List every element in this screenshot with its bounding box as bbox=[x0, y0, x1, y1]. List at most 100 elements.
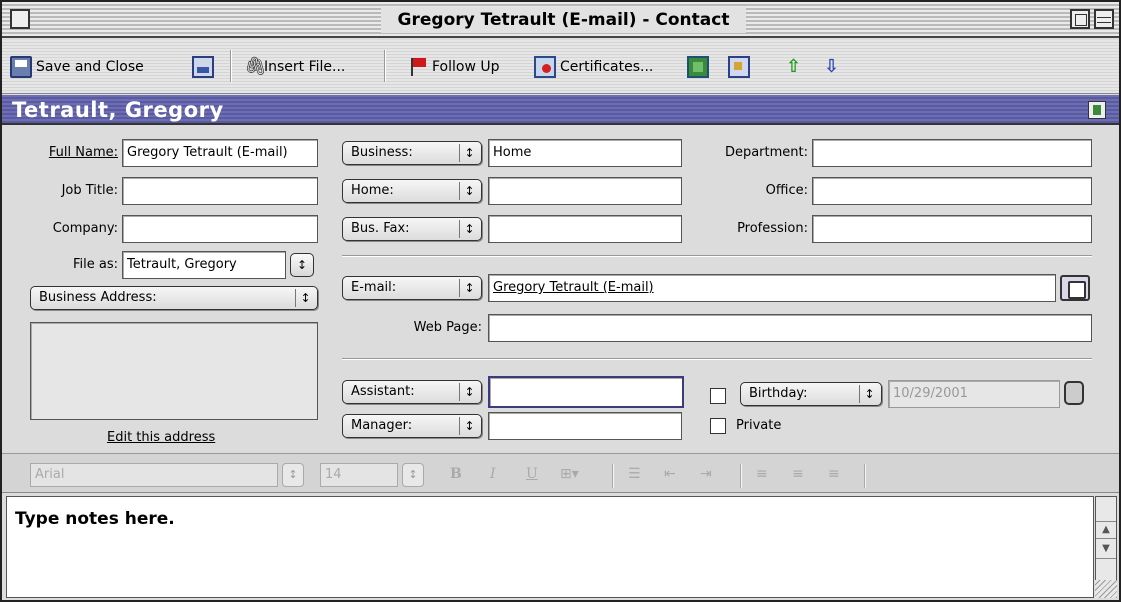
assistant-type-popup[interactable]: Assistant: ↕ bbox=[342, 380, 482, 404]
private-checkbox[interactable] bbox=[710, 418, 726, 434]
map-button[interactable] bbox=[687, 54, 709, 80]
popup-arrows-icon: ↕ bbox=[459, 417, 479, 435]
align-right-icon[interactable]: ≡ bbox=[828, 462, 840, 486]
bullet-list-icon[interactable]: ☰ bbox=[628, 462, 641, 486]
toolbar: Save and Close 🖇 Insert File... Follow U… bbox=[2, 40, 1119, 94]
web-page-field[interactable] bbox=[488, 314, 1092, 342]
office-label: Office: bbox=[765, 183, 808, 198]
profession-label: Profession: bbox=[737, 221, 808, 236]
phone-type-label: Business: bbox=[351, 145, 413, 160]
notes-placeholder: Type notes here. bbox=[15, 509, 175, 529]
popup-arrows-icon: ↕ bbox=[459, 144, 479, 162]
underline-button[interactable]: U bbox=[526, 462, 538, 486]
address-type-popup[interactable]: Business Address: ↕ bbox=[30, 286, 318, 310]
follow-up-label: Follow Up bbox=[432, 59, 500, 75]
manager-field[interactable] bbox=[488, 412, 682, 440]
manager-type-popup[interactable]: Manager: ↕ bbox=[342, 414, 482, 438]
save-and-close-button[interactable]: Save and Close bbox=[10, 54, 144, 80]
email-field[interactable]: Gregory Tetrault (E-mail) bbox=[488, 274, 1056, 302]
file-as-field[interactable]: Tetrault, Gregory bbox=[122, 251, 286, 279]
vcard-icon[interactable] bbox=[1088, 101, 1106, 119]
color-menu-icon[interactable]: ⊞▾ bbox=[560, 462, 579, 486]
contact-header: Tetrault, Gregory bbox=[2, 95, 1119, 125]
scroll-up-icon[interactable]: ▲ bbox=[1096, 521, 1116, 539]
certificate-icon bbox=[534, 56, 556, 78]
close-box[interactable] bbox=[10, 9, 30, 29]
assistant-field[interactable] bbox=[488, 376, 684, 408]
file-as-options-icon[interactable]: ↕ bbox=[290, 253, 314, 277]
popup-arrows-icon: ↕ bbox=[295, 289, 315, 307]
full-name-label[interactable]: Full Name: bbox=[22, 139, 118, 167]
font-select[interactable]: Arial bbox=[30, 463, 278, 487]
map-icon bbox=[687, 56, 709, 78]
print-button[interactable] bbox=[192, 54, 214, 80]
profession-field[interactable] bbox=[812, 215, 1092, 243]
cards-icon bbox=[728, 56, 750, 78]
zoom-box[interactable] bbox=[1070, 9, 1090, 29]
popup-arrows-icon: ↕ bbox=[459, 182, 479, 200]
address-type-label: Business Address: bbox=[39, 290, 157, 305]
phone-type-label: Bus. Fax: bbox=[351, 221, 410, 236]
birthday-checkbox[interactable] bbox=[710, 388, 726, 404]
font-size-arrows-icon[interactable]: ↕ bbox=[402, 463, 424, 487]
calendar-icon[interactable] bbox=[1064, 381, 1084, 405]
toolbar-separator bbox=[384, 50, 386, 82]
address-field[interactable] bbox=[30, 322, 318, 420]
notes-area[interactable]: Type notes here. bbox=[6, 496, 1094, 598]
date-type-label: Birthday: bbox=[749, 386, 808, 401]
down-arrow-icon: ⇩ bbox=[824, 56, 840, 77]
company-field[interactable] bbox=[122, 215, 318, 243]
section-divider bbox=[342, 358, 1092, 360]
email-type-popup[interactable]: E-mail: ↕ bbox=[342, 276, 482, 300]
font-size-select[interactable]: 14 bbox=[320, 463, 398, 487]
manager-type-label: Manager: bbox=[351, 418, 413, 433]
phone-field-3[interactable] bbox=[488, 215, 682, 243]
full-name-field[interactable]: Gregory Tetrault (E-mail) bbox=[122, 139, 318, 167]
section-divider bbox=[342, 255, 1092, 257]
address-book-icon[interactable] bbox=[1060, 275, 1090, 301]
edit-address-link[interactable]: Edit this address bbox=[107, 430, 215, 445]
align-center-icon[interactable]: ≡ bbox=[792, 462, 804, 486]
private-label: Private bbox=[736, 418, 782, 433]
popup-arrows-icon: ↕ bbox=[459, 220, 479, 238]
popup-arrows-icon: ↕ bbox=[459, 279, 479, 297]
office-field[interactable] bbox=[812, 177, 1092, 205]
popup-arrows-icon: ↕ bbox=[459, 383, 479, 401]
flag-icon bbox=[406, 56, 428, 78]
font-select-arrows-icon[interactable]: ↕ bbox=[282, 463, 304, 487]
format-separator bbox=[740, 464, 742, 488]
previous-item-button[interactable]: ⇧ bbox=[786, 54, 801, 80]
certificates-label: Certificates... bbox=[560, 59, 654, 75]
phone-type-popup-2[interactable]: Home: ↕ bbox=[342, 179, 482, 203]
up-arrow-icon: ⇧ bbox=[786, 56, 802, 77]
department-label: Department: bbox=[724, 145, 808, 160]
date-field[interactable]: 10/29/2001 bbox=[888, 380, 1060, 408]
follow-up-button[interactable]: Follow Up bbox=[406, 54, 500, 80]
department-field[interactable] bbox=[812, 139, 1092, 167]
job-title-label: Job Title: bbox=[61, 183, 118, 198]
phone-type-popup-1[interactable]: Business: ↕ bbox=[342, 141, 482, 165]
italic-button[interactable]: I bbox=[490, 462, 496, 486]
bold-button[interactable]: B bbox=[450, 462, 462, 486]
window-title: Gregory Tetrault (E-mail) - Contact bbox=[381, 7, 746, 33]
save-and-close-label: Save and Close bbox=[36, 59, 144, 75]
collapse-box[interactable] bbox=[1094, 9, 1114, 29]
resize-handle-icon[interactable] bbox=[1095, 580, 1117, 598]
contact-card-button[interactable] bbox=[728, 54, 750, 80]
phone-field-1[interactable]: Home bbox=[488, 139, 682, 167]
phone-type-popup-3[interactable]: Bus. Fax: ↕ bbox=[342, 217, 482, 241]
job-title-field[interactable] bbox=[122, 177, 318, 205]
date-type-popup[interactable]: Birthday: ↕ bbox=[740, 382, 882, 406]
contact-name-heading: Tetrault, Gregory bbox=[12, 98, 224, 122]
scroll-down-icon[interactable]: ▼ bbox=[1096, 541, 1116, 559]
phone-field-2[interactable] bbox=[488, 177, 682, 205]
phone-type-label: Home: bbox=[351, 183, 394, 198]
certificates-button[interactable]: Certificates... bbox=[534, 54, 653, 80]
title-bar[interactable]: Gregory Tetrault (E-mail) - Contact bbox=[2, 2, 1119, 38]
next-item-button[interactable]: ⇩ bbox=[824, 54, 839, 80]
contact-window: Gregory Tetrault (E-mail) - Contact Save… bbox=[0, 0, 1121, 602]
insert-file-button[interactable]: 🖇 Insert File... bbox=[244, 54, 345, 80]
increase-indent-icon[interactable]: ⇥ bbox=[700, 462, 712, 486]
align-left-icon[interactable]: ≡ bbox=[756, 462, 768, 486]
decrease-indent-icon[interactable]: ⇤ bbox=[664, 462, 676, 486]
